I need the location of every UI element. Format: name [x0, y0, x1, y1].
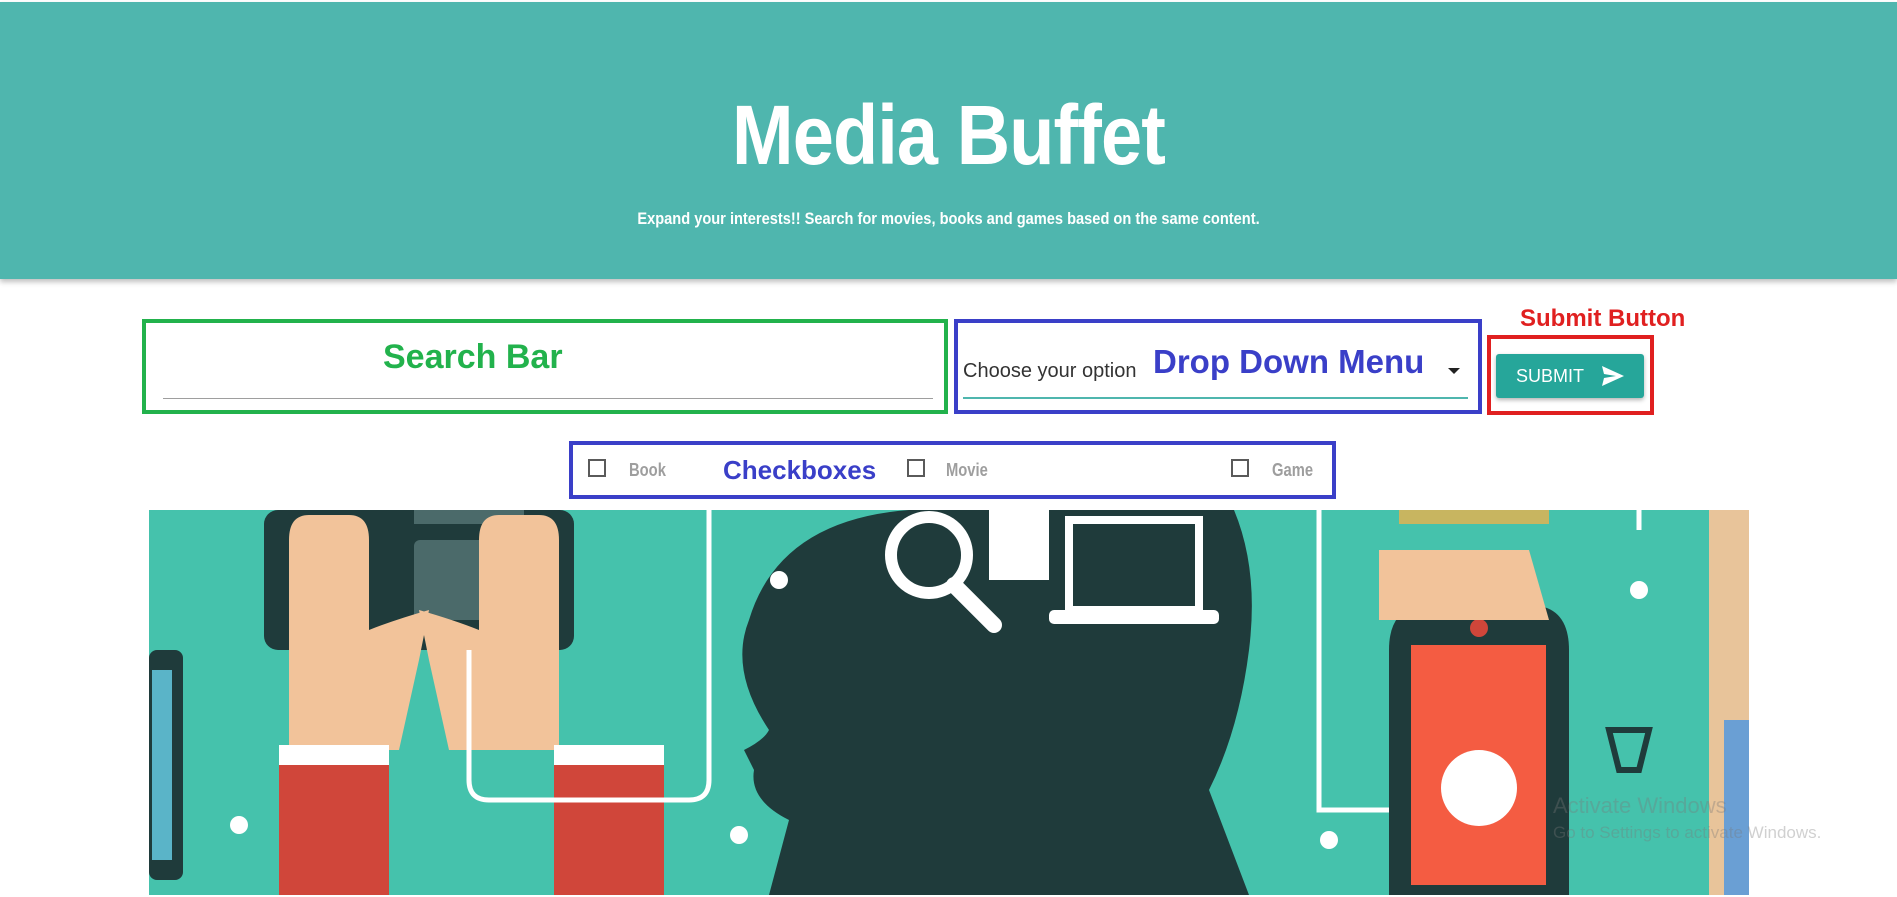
submit-annotation-label: Submit Button [1520, 305, 1686, 332]
dropdown-underline [963, 397, 1468, 399]
search-input[interactable] [163, 398, 933, 399]
checkbox-book-label: Book [629, 460, 666, 480]
watermark-title: Activate Windows [1553, 793, 1727, 818]
site-header: Media Buffet Expand your interests!! Sea… [0, 2, 1897, 279]
submit-button[interactable]: SUBMIT [1496, 354, 1644, 398]
checkbox-movie[interactable] [907, 459, 925, 477]
site-subtitle: Expand your interests!! Search for movie… [637, 209, 1260, 228]
checkbox-movie-label: Movie [946, 460, 988, 480]
checkboxes-annotation-label: Checkboxes [723, 455, 877, 485]
site-title: Media Buffet [732, 88, 1166, 182]
submit-button-label: SUBMIT [1515, 365, 1584, 386]
search-annotation-label: Search Bar [383, 338, 563, 376]
chevron-down-icon[interactable] [1448, 368, 1460, 374]
dropdown-annotation-label: Drop Down Menu [1153, 343, 1425, 380]
checkbox-book[interactable] [588, 459, 606, 477]
hero-illustration [149, 510, 1749, 895]
send-icon [1602, 366, 1624, 386]
dropdown-select[interactable]: Choose your option [963, 360, 1136, 383]
checkbox-game-label: Game [1272, 460, 1314, 480]
watermark-subtitle: Go to Settings to activate Windows. [1553, 823, 1822, 842]
checkbox-game[interactable] [1231, 459, 1249, 477]
